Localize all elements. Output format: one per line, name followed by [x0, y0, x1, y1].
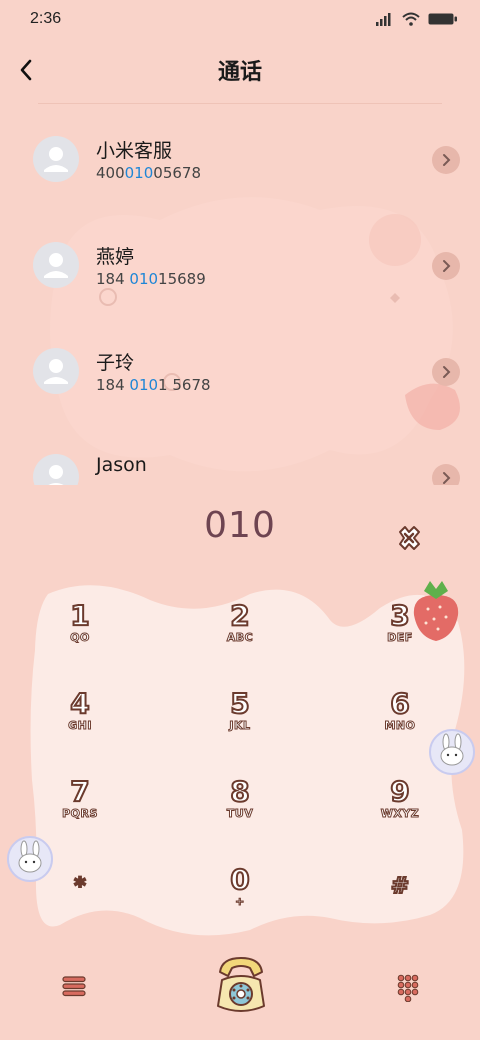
contact-detail-button[interactable] — [432, 358, 460, 386]
key-6[interactable]: 6 MNO — [340, 675, 460, 745]
key-8[interactable]: 8 TUV — [180, 763, 300, 833]
contact-number: 184 01015689 — [96, 270, 206, 288]
key-letters: + — [235, 894, 245, 908]
dialpad-toggle-button[interactable] — [392, 970, 424, 1003]
number-match: 010 — [129, 270, 159, 288]
key-digit: 1 — [69, 598, 91, 632]
number-suffix: 1 5678 — [158, 376, 211, 394]
key-digit: 6 — [389, 686, 411, 720]
key-4[interactable]: 4 GHI — [20, 675, 140, 745]
header: 通话 — [0, 48, 480, 92]
battery-icon — [428, 13, 457, 25]
key-digit: # — [390, 873, 410, 900]
key-letters: JKL — [229, 718, 251, 732]
chevron-right-icon — [443, 366, 451, 378]
key-letters: ABC — [226, 630, 254, 644]
contact-number: 184 0101 5678 — [96, 376, 211, 394]
contact-name: 燕婷 — [96, 246, 135, 268]
key-3[interactable]: 3 DEF — [340, 587, 460, 657]
key-5[interactable]: 5 JKL — [180, 675, 300, 745]
key-letters: MNO — [384, 718, 416, 732]
contact-name: 子玲 — [96, 352, 135, 374]
contact-name: Jason — [96, 454, 147, 476]
key-digit: 3 — [389, 598, 411, 632]
person-icon — [44, 359, 68, 384]
contact-list: 小米客服 40001005678 燕婷 184 01015689 子玲 184 … — [0, 110, 480, 485]
status-time: 2:36 — [30, 10, 62, 27]
key-letters: PQRS — [62, 806, 98, 820]
key-letters: TUV — [226, 806, 254, 820]
number-prefix: 400 — [96, 164, 125, 182]
contact-detail-button[interactable] — [432, 252, 460, 280]
contact-name: 小米客服 — [96, 140, 173, 162]
number-match: 010 — [124, 164, 154, 182]
number-prefix: 184 — [96, 376, 130, 394]
menu-icon — [62, 976, 86, 997]
person-icon — [44, 147, 68, 172]
number-prefix: 184 — [96, 270, 130, 288]
key-digit: * — [73, 873, 86, 900]
dialpad-icon — [397, 974, 419, 1003]
key-letters: GHI — [68, 718, 92, 732]
contact-detail-button[interactable] — [432, 146, 460, 174]
chevron-right-icon — [443, 472, 451, 484]
dialer-bottom-bar — [0, 940, 480, 1040]
wifi-icon — [402, 12, 420, 26]
contact-detail-button[interactable] — [432, 464, 460, 485]
status-icons — [376, 12, 458, 26]
status-bar: 2:36 — [0, 0, 480, 40]
header-divider — [38, 103, 442, 104]
key-letters: WXYZ — [380, 806, 420, 820]
key-letters: DEF — [387, 630, 413, 644]
call-button[interactable] — [212, 950, 270, 1020]
key-9[interactable]: 9 WXYZ — [340, 763, 460, 833]
dialer-panel: 010 1 QO 2 ABC 3 DEF 4 GHI 5 JKL 6 MNO 7… — [0, 485, 480, 1040]
number-match: 010 — [129, 376, 159, 394]
delete-button[interactable] — [394, 523, 424, 553]
key-digit: 0 — [229, 862, 251, 896]
menu-button[interactable] — [58, 970, 90, 1002]
key-digit: 2 — [229, 598, 251, 632]
delete-icon — [399, 526, 420, 550]
key-0[interactable]: 0 + — [180, 851, 300, 921]
key-digit: 4 — [69, 686, 91, 720]
key-digit: 5 — [229, 686, 251, 720]
contact-row[interactable]: 燕婷 184 01015689 — [0, 216, 480, 316]
avatar — [33, 454, 79, 485]
key-hash[interactable]: # — [340, 851, 460, 921]
avatar — [33, 242, 79, 288]
key-digit: 8 — [229, 774, 251, 808]
signal-icon — [376, 13, 391, 26]
number-suffix: 05678 — [153, 164, 201, 182]
contact-row[interactable]: 子玲 184 0101 5678 — [0, 322, 480, 422]
key-digit: 7 — [69, 774, 91, 808]
number-suffix: 15689 — [158, 270, 206, 288]
avatar — [33, 348, 79, 394]
contact-number: 40001005678 — [96, 164, 201, 182]
contact-row[interactable]: 小米客服 40001005678 — [0, 110, 480, 210]
key-star[interactable]: * — [20, 851, 140, 921]
key-letters: QO — [70, 630, 90, 644]
person-icon — [48, 465, 64, 485]
page-title: 通话 — [217, 60, 262, 85]
chevron-right-icon — [443, 154, 451, 166]
person-icon — [44, 253, 68, 278]
key-digit: 9 — [389, 774, 411, 808]
key-2[interactable]: 2 ABC — [180, 587, 300, 657]
key-1[interactable]: 1 QO — [20, 587, 140, 657]
avatar — [33, 136, 79, 182]
telephone-icon — [217, 957, 265, 1012]
key-7[interactable]: 7 PQRS — [20, 763, 140, 833]
contact-row[interactable]: Jason — [0, 428, 480, 485]
chevron-right-icon — [443, 260, 451, 272]
